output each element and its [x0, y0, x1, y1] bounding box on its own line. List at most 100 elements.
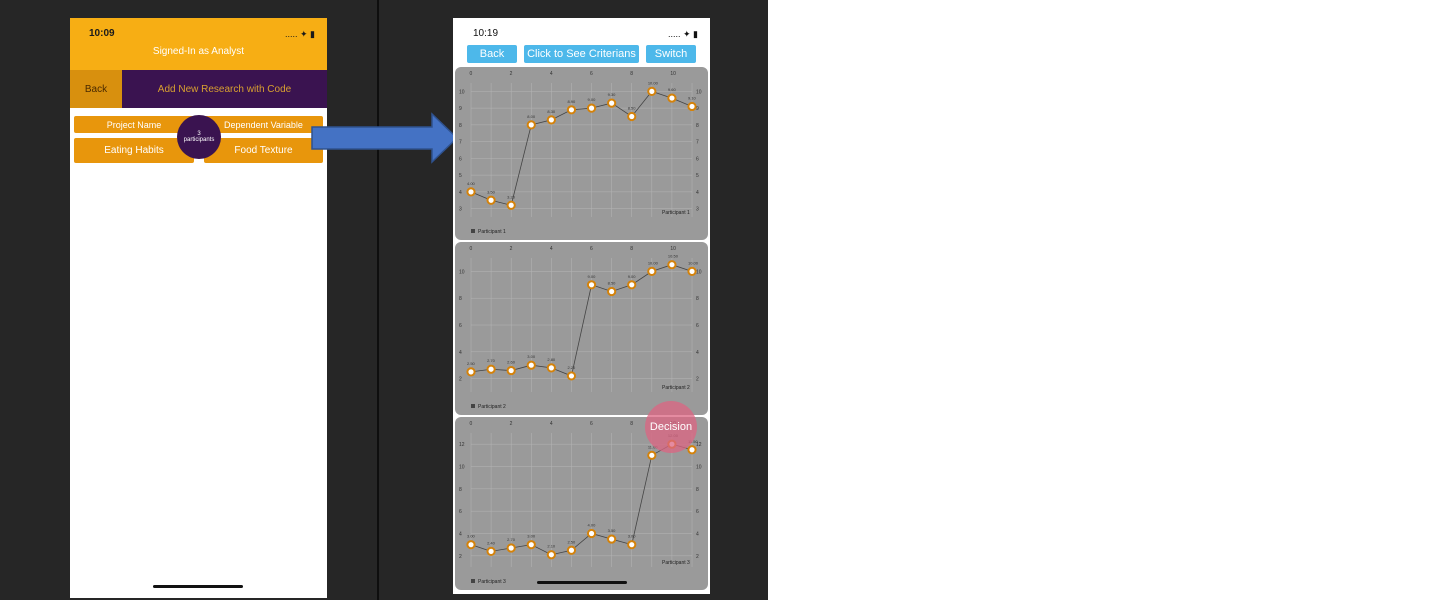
y-tick-label-right: 10: [696, 465, 702, 471]
project-name-header: Project Name: [74, 116, 194, 133]
y-tick-label: 10: [459, 465, 465, 471]
dependent-variable-cell[interactable]: Food Texture: [204, 138, 323, 163]
data-point: [667, 260, 677, 270]
x-tick-label: 4: [550, 246, 553, 252]
data-point: [506, 200, 516, 210]
data-point: [526, 360, 536, 370]
x-tick-label: 0: [470, 71, 473, 77]
y-tick-label: 10: [459, 269, 465, 275]
y-tick-label: 5: [459, 173, 462, 179]
data-point: [466, 367, 476, 377]
y-tick-label: 6: [459, 323, 462, 329]
data-label: 3.50: [608, 528, 617, 533]
data-point: [586, 280, 597, 290]
data-label: 2.50: [567, 539, 576, 544]
y-tick-label: 8: [459, 123, 462, 129]
y-tick-label: 2: [459, 377, 462, 383]
data-point: [526, 120, 536, 130]
criterians-button[interactable]: Click to See Criterians: [524, 45, 639, 63]
nav-bar: Back Add New Research with Code: [70, 70, 327, 108]
phone-screen-left: 10:09 ..... ✦ ▮ Signed-In as Analyst Bac…: [70, 18, 327, 598]
x-tick-label: 4: [550, 71, 553, 77]
data-point: [546, 363, 556, 373]
data-point: [466, 187, 476, 197]
data-label: 8.90: [567, 99, 576, 104]
y-tick-label: 2: [459, 554, 462, 560]
y-tick-label-right: 8: [696, 123, 699, 129]
data-label: 4.00: [467, 181, 476, 186]
x-tick-label: 8: [630, 421, 633, 427]
y-tick-label: 10: [459, 89, 465, 95]
data-label: 10.00: [648, 260, 659, 265]
participants-badge[interactable]: 3 participants: [177, 115, 221, 159]
data-label: 3.50: [487, 189, 496, 194]
y-tick-label-right: 8: [696, 487, 699, 493]
chart-participant-2: 10 10 8 8 6 6 4 4 2 2 0 2 4 6 8 10 2.50 2.70 2.60 3.00 2.80 2…: [455, 242, 708, 415]
x-tick-label: 2: [510, 71, 513, 77]
data-label: 3.00: [628, 534, 637, 539]
legend-label: Participant 3: [478, 579, 506, 585]
legend-swatch: [471, 229, 475, 233]
data-point: [586, 103, 597, 113]
data-point: [566, 371, 577, 381]
switch-button[interactable]: Switch: [646, 45, 696, 63]
series-line: [470, 90, 693, 206]
y-tick-label-right: 5: [696, 173, 699, 179]
y-tick-label-right: 4: [696, 532, 699, 538]
decision-button[interactable]: Decision: [645, 401, 697, 453]
y-tick-label-right: 10: [696, 89, 702, 95]
y-tick-label-right: 6: [696, 509, 699, 515]
data-point: [607, 286, 617, 297]
data-label: 8.30: [547, 109, 556, 114]
data-point: [506, 543, 516, 553]
data-point: [486, 546, 496, 556]
data-label: 8.50: [628, 106, 637, 111]
data-point: [687, 445, 697, 455]
data-label: 9.00: [588, 97, 597, 102]
data-label: 10.00: [648, 80, 659, 85]
data-label: 8.50: [608, 281, 617, 286]
data-point: [586, 528, 597, 539]
data-point: [566, 545, 577, 555]
back-button[interactable]: Back: [467, 45, 517, 63]
add-research-button[interactable]: Add New Research with Code: [122, 70, 327, 108]
data-label: 10.00: [688, 260, 699, 265]
y-tick-label-right: 2: [696, 554, 699, 560]
data-point: [647, 450, 657, 460]
data-point: [607, 534, 617, 544]
data-point: [627, 111, 637, 122]
data-label: 4.00: [588, 523, 597, 528]
status-icons: ..... ✦ ▮: [668, 29, 698, 39]
data-point: [466, 540, 476, 550]
data-label: 2.60: [507, 360, 516, 365]
y-tick-label: 8: [459, 296, 462, 302]
y-tick-label-right: 6: [696, 156, 699, 162]
y-tick-label-right: 3: [696, 207, 699, 213]
y-tick-label: 4: [459, 532, 462, 538]
data-label: 2.70: [507, 537, 516, 542]
x-tick-label: 8: [630, 71, 633, 77]
data-label: 2.80: [547, 357, 556, 362]
data-label: 2.70: [487, 358, 496, 363]
y-tick-label-right: 4: [696, 190, 699, 196]
y-tick-label: 3: [459, 207, 462, 213]
legend-swatch: [471, 579, 475, 583]
data-point: [546, 115, 556, 125]
data-point: [546, 550, 556, 560]
x-tick-label: 4: [550, 421, 553, 427]
x-tick-label: 0: [470, 421, 473, 427]
y-tick-label-right: 8: [696, 296, 699, 302]
data-label: 3.00: [527, 354, 536, 359]
project-name-cell[interactable]: Eating Habits: [74, 138, 194, 163]
x-tick-label: 6: [590, 71, 593, 77]
y-tick-label-right: 7: [696, 140, 699, 146]
data-point: [486, 195, 496, 205]
data-label: 8.00: [527, 114, 536, 119]
line-chart: 10 10 8 8 6 6 4 4 2 2 0 2 4 6 8 10 2.50 2.70 2.60 3.00 2.80 2…: [459, 246, 702, 410]
y-tick-label: 6: [459, 509, 462, 515]
data-point: [506, 365, 516, 376]
data-point: [667, 93, 677, 103]
data-label: 3.00: [467, 534, 476, 539]
back-button[interactable]: Back: [70, 70, 122, 108]
y-tick-label: 4: [459, 350, 462, 356]
